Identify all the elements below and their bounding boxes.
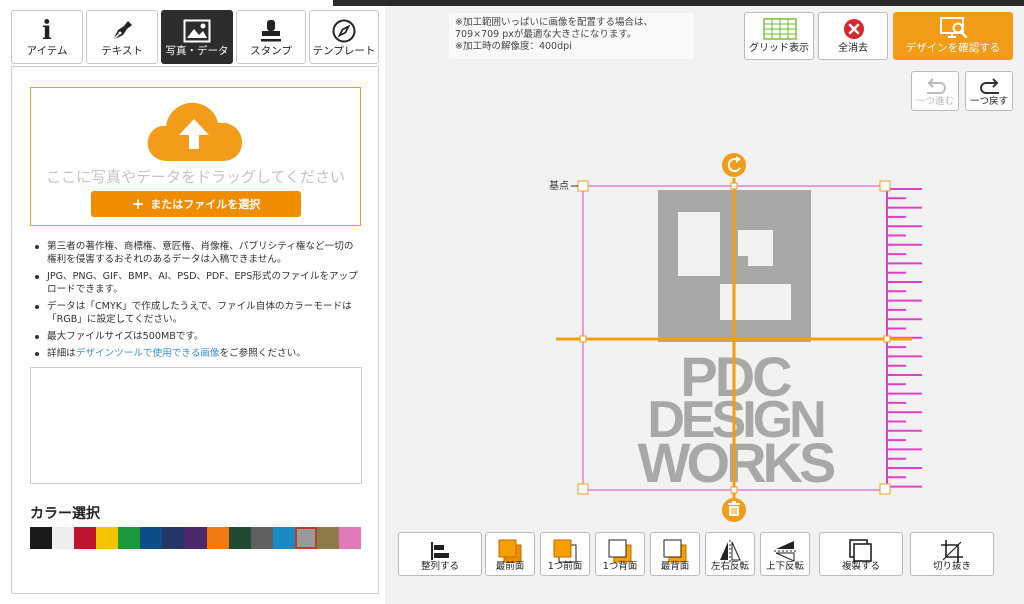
- grid-label: グリッド表示: [749, 43, 809, 54]
- color-swatch[interactable]: [96, 527, 119, 549]
- resize-handle-bottom-right[interactable]: [879, 483, 891, 495]
- object-toolbar: 整列する 最前面 1つ前面 1つ背面 最背面 左右反転 上下反転 複製する 切り…: [398, 532, 994, 576]
- color-select-title: カラー選択: [30, 506, 100, 522]
- close-circle-icon: [844, 19, 864, 39]
- tab-photo-data[interactable]: 写真・データ: [161, 10, 233, 64]
- color-swatch[interactable]: [206, 527, 229, 549]
- delete-handle[interactable]: [722, 498, 746, 522]
- resize-handle-top-right[interactable]: [879, 180, 891, 192]
- color-swatch[interactable]: [272, 527, 295, 549]
- image-icon: [162, 16, 232, 46]
- note-prefix: 詳細は: [47, 348, 76, 359]
- send-backward-label: 1つ背面: [602, 561, 638, 572]
- tab-text[interactable]: テキスト: [86, 10, 158, 64]
- note-item: JPG、PNG、GIF、BMP、AI、PSD、PDF、EPS形式のファイルをアッ…: [33, 270, 363, 296]
- tab-label: テキスト: [101, 45, 143, 57]
- select-file-label: またはファイルを選択: [150, 198, 261, 211]
- cloud-upload-icon: [147, 102, 243, 161]
- tab-label: テンプレート: [312, 45, 376, 57]
- color-swatch[interactable]: [30, 527, 53, 549]
- notice-line: 709×709 pxが最適な大きさになります。: [455, 29, 637, 40]
- resize-handle-top-left[interactable]: [577, 180, 589, 192]
- resize-handle-bottom-left[interactable]: [577, 483, 589, 495]
- color-swatch[interactable]: [162, 527, 185, 549]
- origin-label: 基点: [549, 179, 569, 192]
- left-panel: i アイテム テキスト 写真・データ スタンプ テンプレート ここに写真やデータ…: [0, 0, 385, 604]
- photo-drop-zone[interactable]: ここに写真やデータをドラッグしてください + またはファイルを選択: [30, 87, 361, 226]
- note-item: 詳細はデザインツールで使用できる画像をご参照ください。: [33, 347, 363, 360]
- color-swatch[interactable]: [316, 527, 339, 549]
- usable-images-link[interactable]: デザインツールで使用できる画像: [76, 348, 220, 359]
- rotate-handle[interactable]: [722, 153, 746, 177]
- color-swatch[interactable]: [338, 527, 361, 549]
- send-backward-button[interactable]: 1つ背面: [595, 532, 645, 576]
- color-swatch[interactable]: [118, 527, 141, 549]
- bring-forward-button[interactable]: 1つ前面: [540, 532, 590, 576]
- flip-vertical-button[interactable]: 上下反転: [760, 532, 810, 576]
- notice-line: ※加工範囲いっぱいに画像を配置する場合は、: [455, 17, 653, 28]
- undo-label: 一つ戻す: [969, 96, 1008, 107]
- color-swatch[interactable]: [74, 527, 97, 549]
- color-swatch[interactable]: [184, 527, 207, 549]
- flip-horizontal-button[interactable]: 左右反転: [705, 532, 755, 576]
- resize-handle-bottom[interactable]: [730, 486, 738, 494]
- color-swatch[interactable]: [250, 527, 273, 549]
- color-swatch[interactable]: [228, 527, 251, 549]
- drop-instruction: ここに写真やデータをドラッグしてください: [45, 168, 346, 186]
- notice-line: ※加工時の解像度：400dpi: [455, 41, 572, 52]
- send-back-label: 最背面: [660, 561, 690, 572]
- tab-template[interactable]: テンプレート: [309, 10, 379, 64]
- select-file-button[interactable]: + またはファイルを選択: [91, 191, 301, 217]
- resize-handle-left[interactable]: [579, 335, 587, 343]
- resize-handle-right[interactable]: [883, 335, 891, 343]
- plus-icon: +: [131, 195, 145, 213]
- color-swatches: [30, 527, 361, 549]
- align-button[interactable]: 整列する: [398, 532, 482, 576]
- note-item: 最大ファイルサイズは500MBです。: [33, 330, 363, 343]
- tab-label: 写真・データ: [165, 45, 229, 57]
- uploaded-images-list[interactable]: [30, 367, 362, 484]
- confirm-design-button[interactable]: デザインを確認する: [893, 12, 1013, 60]
- top-bar: [333, 0, 1024, 6]
- compass-icon: [310, 16, 378, 46]
- bring-to-front-button[interactable]: 最前面: [485, 532, 535, 576]
- upload-notes: 第三者の著作権、商標権、意匠権、肖像権、パブリシティ権など一切の権利を侵害するお…: [33, 240, 363, 364]
- color-swatch[interactable]: [294, 527, 317, 549]
- bring-front-label: 最前面: [495, 561, 525, 572]
- redo-label: 一つ進む: [915, 96, 954, 107]
- crop-button[interactable]: 切り抜き: [910, 532, 994, 576]
- tab-label: スタンプ: [250, 45, 292, 57]
- resolution-notice: ※加工範囲いっぱいに画像を配置する場合は、 709×709 pxが最適な大きさに…: [449, 13, 694, 59]
- note-item: 第三者の著作権、商標権、意匠権、肖像権、パブリシティ権など一切の権利を侵害するお…: [33, 240, 363, 266]
- redo-button[interactable]: 一つ進む: [911, 71, 959, 111]
- bring-forward-label: 1つ前面: [547, 561, 583, 572]
- logo-line-3: WORKS: [638, 431, 835, 494]
- clear-all-button[interactable]: 全消去: [818, 12, 888, 60]
- pen-icon: [87, 16, 157, 46]
- confirm-label: デザインを確認する: [905, 42, 1001, 54]
- placed-logo-image[interactable]: PDC DESIGN WORKS: [638, 190, 839, 494]
- stamp-icon: [237, 16, 305, 46]
- flip-vertical-label: 上下反転: [765, 561, 804, 572]
- flip-horizontal-label: 左右反転: [710, 561, 749, 572]
- duplicate-button[interactable]: 複製する: [819, 532, 903, 576]
- resize-handle-top[interactable]: [730, 182, 738, 190]
- tab-label: アイテム: [26, 45, 68, 57]
- align-label: 整列する: [420, 561, 459, 572]
- crop-label: 切り抜き: [932, 561, 971, 572]
- monitor-search-icon: [940, 17, 968, 39]
- grid-toggle-button[interactable]: グリッド表示: [744, 12, 814, 60]
- color-swatch[interactable]: [52, 527, 75, 549]
- color-swatch[interactable]: [140, 527, 163, 549]
- grid-icon: [763, 18, 797, 40]
- duplicate-label: 複製する: [841, 561, 880, 572]
- undo-button[interactable]: 一つ戻す: [965, 71, 1013, 111]
- tab-stamp[interactable]: スタンプ: [236, 10, 306, 64]
- info-icon: i: [42, 16, 52, 46]
- send-to-back-button[interactable]: 最背面: [650, 532, 700, 576]
- note-suffix: をご参照ください。: [219, 348, 306, 359]
- note-item: データは「CMYK」で作成したうえで、ファイル自体のカラーモードは「RGB」に設…: [33, 300, 363, 326]
- tab-item[interactable]: i アイテム: [11, 10, 83, 64]
- clear-label: 全消去: [838, 43, 868, 54]
